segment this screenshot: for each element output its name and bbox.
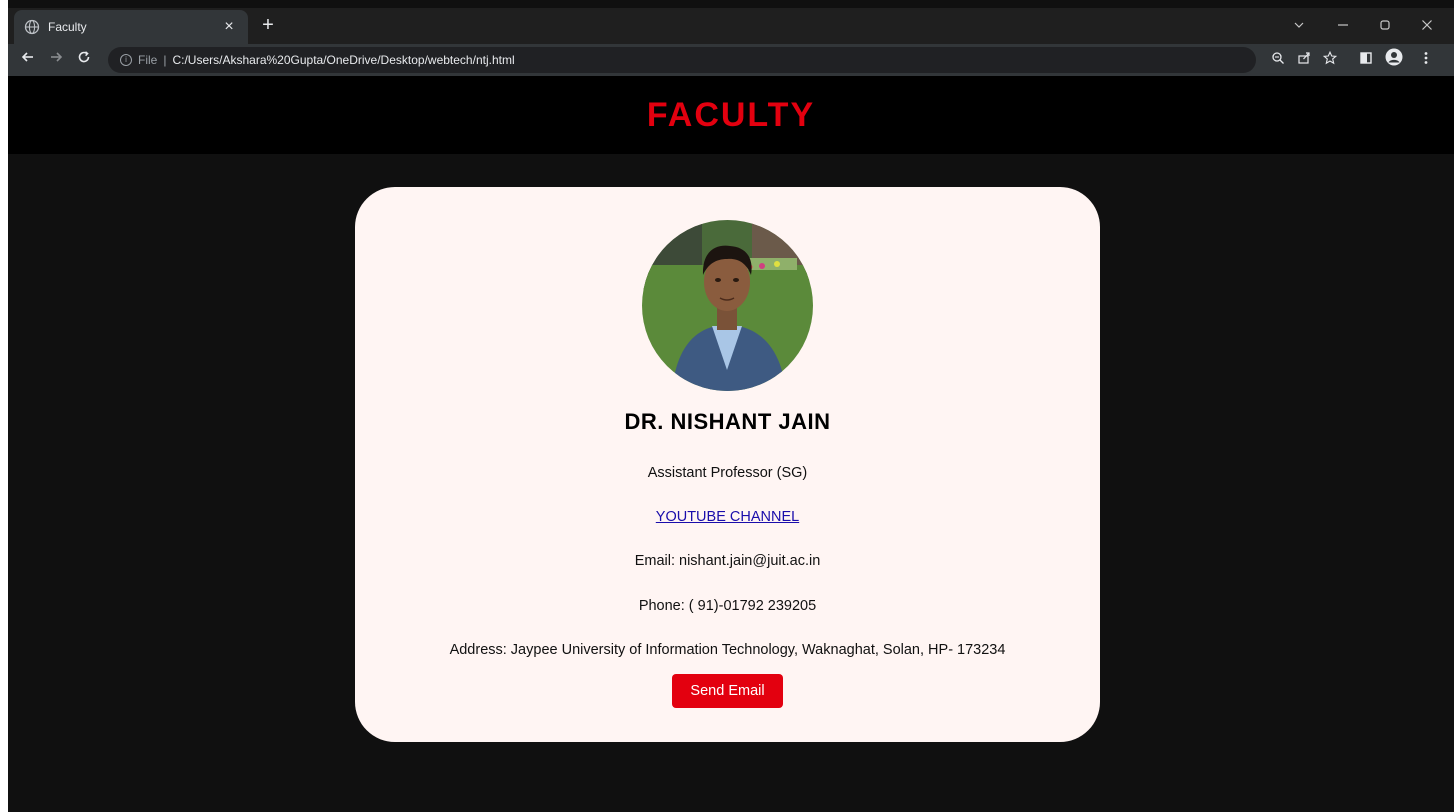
tab-faculty[interactable]: Faculty × bbox=[14, 10, 248, 44]
close-icon[interactable]: × bbox=[220, 18, 238, 36]
minimize-icon[interactable] bbox=[1328, 14, 1358, 38]
avatar bbox=[642, 220, 813, 391]
globe-icon bbox=[24, 19, 40, 35]
faculty-card: DR. NISHANT JAIN Assistant Professor (SG… bbox=[355, 187, 1100, 742]
restore-icon[interactable] bbox=[1370, 14, 1400, 38]
chevron-down-icon[interactable] bbox=[1284, 14, 1314, 38]
address-text: Address: Jaypee University of Informatio… bbox=[449, 642, 1006, 658]
tab-title: Faculty bbox=[48, 20, 87, 34]
share-icon[interactable] bbox=[1292, 48, 1316, 72]
reload-icon[interactable] bbox=[70, 46, 98, 74]
url-separator: | bbox=[163, 53, 167, 67]
youtube-channel-link[interactable]: YOUTUBE CHANNEL bbox=[656, 509, 799, 525]
plus-icon[interactable]: + bbox=[256, 14, 280, 38]
page-header: FACULTY bbox=[8, 76, 1454, 154]
send-email-button[interactable]: Send Email bbox=[672, 674, 783, 708]
file-label: File bbox=[138, 53, 158, 67]
info-icon[interactable]: i bbox=[120, 54, 132, 66]
forward-arrow-icon[interactable] bbox=[42, 46, 70, 74]
browser-window: Faculty × + i File | C:/Users/Akshara%20… bbox=[0, 0, 1454, 812]
browser-toolbar: i File | C:/Users/Akshara%20Gupta/OneDri… bbox=[8, 44, 1454, 76]
faculty-name: DR. NISHANT JAIN bbox=[624, 409, 831, 434]
side-panel-icon[interactable] bbox=[1354, 48, 1378, 72]
window-edge bbox=[0, 0, 8, 812]
url-text[interactable]: C:/Users/Akshara%20Gupta/OneDrive/Deskto… bbox=[172, 53, 514, 67]
back-arrow-icon[interactable] bbox=[14, 46, 42, 74]
address-bar[interactable]: i File | C:/Users/Akshara%20Gupta/OneDri… bbox=[108, 47, 1256, 73]
email-text: Email: nishant.jain@juit.ac.in bbox=[634, 553, 821, 569]
star-icon[interactable] bbox=[1318, 48, 1342, 72]
designation: Assistant Professor (SG) bbox=[647, 465, 808, 481]
zoom-icon[interactable] bbox=[1266, 48, 1290, 72]
page-title: FACULTY bbox=[646, 95, 816, 134]
menu-dots-icon[interactable] bbox=[1414, 48, 1438, 72]
youtube-link-row: YOUTUBE CHANNEL bbox=[355, 509, 1100, 525]
phone-text: Phone: ( 91)-01792 239205 bbox=[638, 598, 817, 614]
close-window-icon[interactable] bbox=[1412, 14, 1442, 38]
profile-icon[interactable] bbox=[1382, 48, 1406, 72]
tab-strip: Faculty × + bbox=[8, 8, 1454, 44]
